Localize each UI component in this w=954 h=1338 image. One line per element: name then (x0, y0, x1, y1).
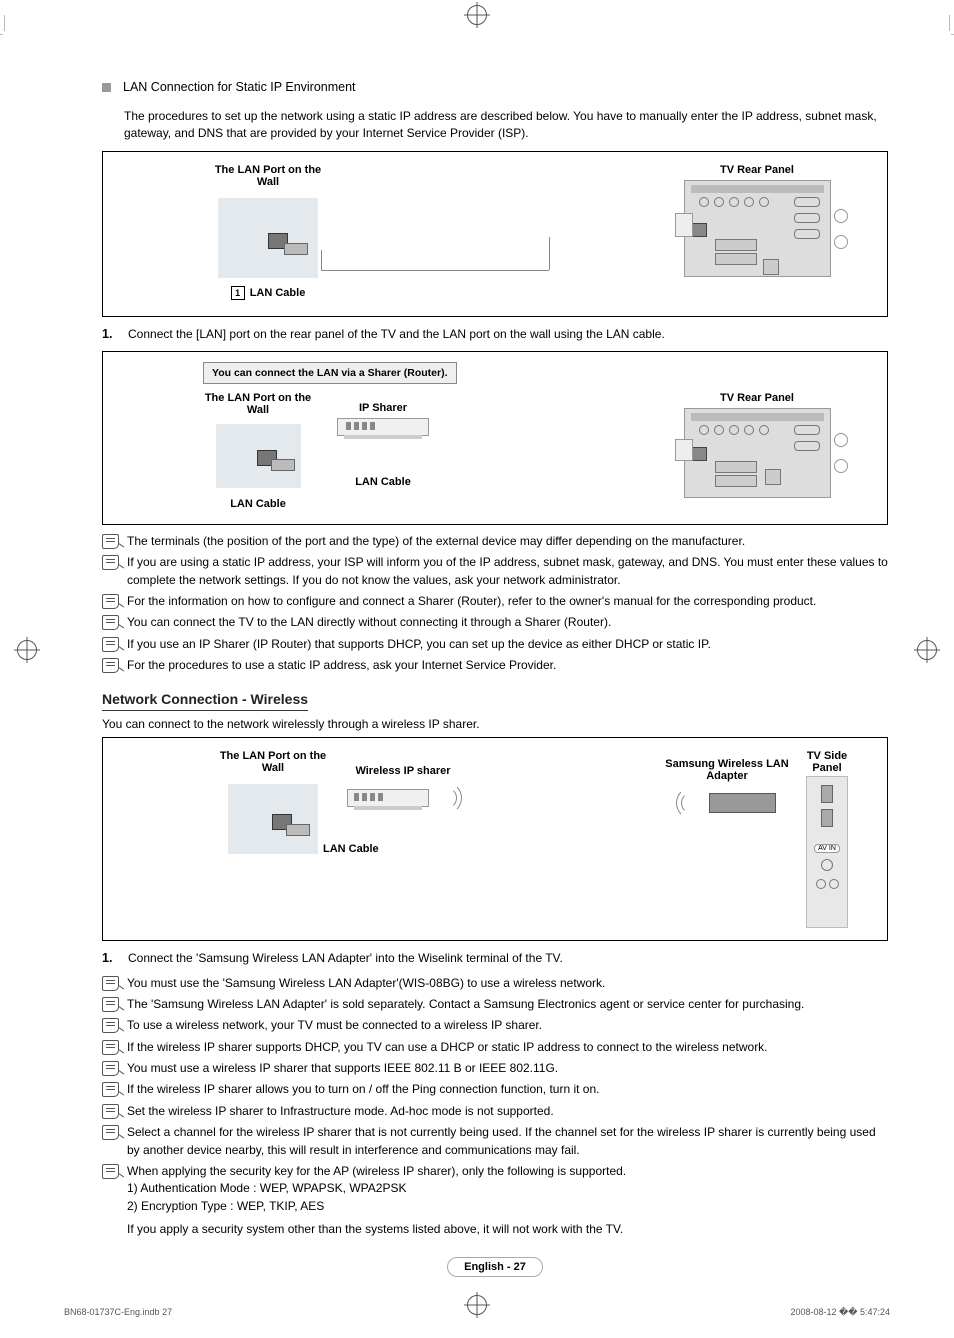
step-text: Connect the 'Samsung Wireless LAN Adapte… (128, 951, 563, 965)
note-text: If the wireless IP sharer allows you to … (127, 1081, 600, 1098)
note-icon (102, 637, 119, 652)
diagram-sharer: You can connect the LAN via a Sharer (Ro… (102, 351, 888, 525)
wall-label-2: The LAN Port on the Wall (203, 392, 313, 416)
wall-panel-icon-2 (216, 424, 301, 488)
wireless-desc: You can connect to the network wirelessl… (102, 717, 888, 731)
notes-list-2: You must use the 'Samsung Wireless LAN A… (102, 975, 888, 1239)
adapter-label: Samsung Wireless LAN Adapter (657, 758, 797, 782)
cable-label-2b: LAN Cable (355, 476, 411, 488)
wireless-sharer-label: Wireless IP sharer (355, 765, 450, 777)
note-icon (102, 615, 119, 630)
page-number-pill: English - 27 (447, 1257, 543, 1277)
note-text: To use a wireless network, your TV must … (127, 1017, 542, 1034)
note-icon (102, 1018, 119, 1033)
ip-sharer-icon (337, 418, 429, 436)
tv-rear-label: TV Rear Panel (720, 164, 794, 176)
section-lan-static: LAN Connection for Static IP Environment (102, 80, 888, 100)
wireless-sharer-icon (347, 789, 429, 807)
note-icon (102, 976, 119, 991)
note-text: You can connect the TV to the LAN direct… (127, 614, 611, 631)
wall-panel-icon-3 (228, 784, 318, 854)
diagram-wireless: The LAN Port on the Wall Wireless IP sha… (102, 737, 888, 941)
note-text: If you use an IP Sharer (IP Router) that… (127, 636, 711, 653)
sharer-banner: You can connect the LAN via a Sharer (Ro… (203, 362, 457, 384)
note-text: You must use the 'Samsung Wireless LAN A… (127, 975, 605, 992)
page-root: LAN Connection for Static IP Environment… (2, 0, 952, 1338)
heading-wireless: Network Connection - Wireless (102, 691, 308, 711)
note-icon (102, 555, 119, 570)
wireless-adapter-icon (709, 793, 776, 813)
step-list-1: 1. Connect the [LAN] port on the rear pa… (102, 327, 888, 341)
signal-waves-icon (429, 781, 459, 815)
note-icon (102, 534, 119, 549)
cable-label-2a: LAN Cable (230, 498, 286, 510)
note-text: You must use a wireless IP sharer that s… (127, 1060, 558, 1077)
registration-mark-right (917, 640, 937, 663)
tv-rear-panel-icon-2 (684, 408, 831, 498)
note-icon (102, 997, 119, 1012)
tv-rear-label-2: TV Rear Panel (720, 392, 794, 404)
wall-panel-icon (218, 198, 318, 278)
wall-label: The LAN Port on the Wall (203, 164, 333, 188)
note-text: The 'Samsung Wireless LAN Adapter' is so… (127, 996, 804, 1013)
avin-label: AV IN (814, 844, 840, 853)
note-text: If you are using a static IP address, yo… (127, 554, 888, 589)
note-text: When applying the security key for the A… (127, 1163, 626, 1239)
step-number: 1. (102, 327, 120, 341)
note-text: For the procedures to use a static IP ad… (127, 657, 556, 674)
registration-mark-top (467, 5, 487, 28)
side-panel-label: TV Side Panel (797, 750, 857, 774)
note-icon (102, 1061, 119, 1076)
wall-label-3: The LAN Port on the Wall (213, 750, 333, 774)
note-icon (102, 1082, 119, 1097)
step-text: Connect the [LAN] port on the rear panel… (128, 327, 665, 341)
print-footer-left: BN68-01737C-Eng.indb 27 (64, 1307, 172, 1318)
cable-label-3: LAN Cable (323, 843, 379, 855)
diagram-static-ip: The LAN Port on the Wall 1 LAN Cable TV … (102, 151, 888, 317)
content-area: LAN Connection for Static IP Environment… (102, 80, 888, 1277)
ip-sharer-label: IP Sharer (359, 402, 407, 414)
note-text: The terminals (the position of the port … (127, 533, 745, 550)
note-text: Select a channel for the wireless IP sha… (127, 1124, 888, 1159)
signal-waves-icon (679, 786, 709, 820)
note-icon (102, 1104, 119, 1119)
note-icon (102, 594, 119, 609)
registration-mark-bottom (467, 1295, 487, 1318)
note-icon (102, 658, 119, 673)
note-icon (102, 1040, 119, 1055)
print-footer-right: 2008-08-12 �� 5:47:24 (790, 1307, 890, 1318)
tv-rear-panel-icon (684, 180, 831, 277)
step-number: 1. (102, 951, 120, 965)
registration-mark-left (17, 640, 37, 663)
note-text: Set the wireless IP sharer to Infrastruc… (127, 1103, 554, 1120)
cable-number: 1 (231, 286, 245, 300)
step-list-2: 1. Connect the 'Samsung Wireless LAN Ada… (102, 951, 888, 965)
cable-label: LAN Cable (250, 287, 306, 299)
section-title: LAN Connection for Static IP Environment (123, 80, 888, 94)
note-icon (102, 1125, 119, 1140)
page-footer: English - 27 (102, 1257, 888, 1277)
note-text: If the wireless IP sharer supports DHCP,… (127, 1039, 768, 1056)
note-text: For the information on how to configure … (127, 593, 816, 610)
note-icon (102, 1164, 119, 1179)
square-bullet-icon (102, 83, 111, 92)
tv-side-panel-icon: AV IN (806, 776, 848, 928)
section-desc: The procedures to set up the network usi… (124, 108, 888, 143)
notes-list-1: The terminals (the position of the port … (102, 533, 888, 675)
